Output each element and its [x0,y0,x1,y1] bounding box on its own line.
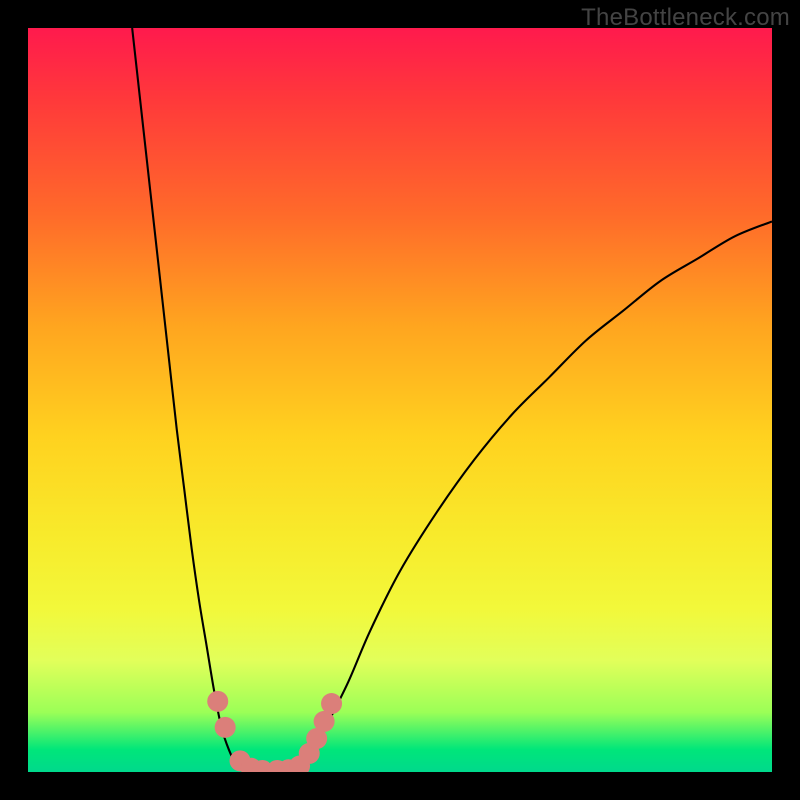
left-branch-line [132,28,244,772]
valley-marker [215,717,236,738]
valley-markers [207,691,342,772]
valley-marker [314,711,335,732]
valley-marker [207,691,228,712]
plot-area [28,28,772,772]
valley-marker [321,693,342,714]
curve-lines [132,28,772,772]
chart-frame: TheBottleneck.com [0,0,800,800]
watermark-text: TheBottleneck.com [581,4,790,32]
right-branch-line [303,221,772,772]
chart-svg [28,28,772,772]
